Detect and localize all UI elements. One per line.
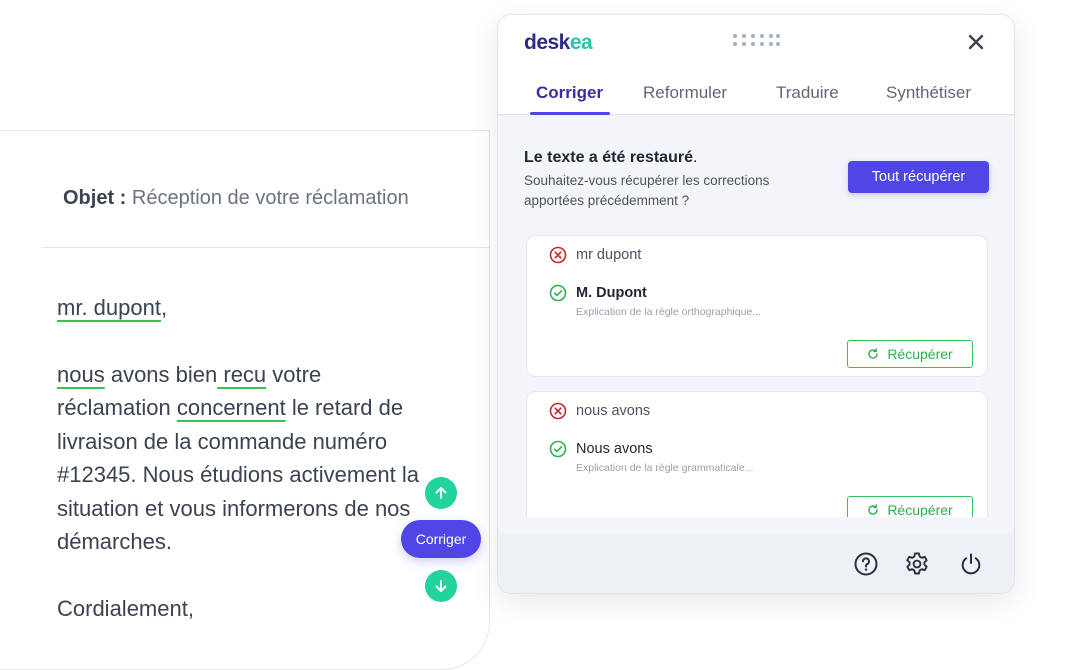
restore-title-end: . [692, 149, 698, 166]
corrected-text: Nous avons [576, 441, 653, 457]
refresh-icon [868, 504, 879, 515]
suggestion-card: mr dupont M. Dupont Explication de la rè… [526, 235, 988, 377]
previous-error-button[interactable] [425, 477, 457, 509]
next-error-button[interactable] [425, 570, 457, 602]
check-circle-icon [549, 440, 567, 458]
email-editor: Objet : Réception de votre réclamation m… [0, 130, 490, 670]
panel-footer [498, 533, 1014, 593]
close-button[interactable] [968, 29, 984, 55]
subject-line: Objet : Réception de votre réclamation [63, 187, 409, 210]
subject-divider [41, 247, 489, 248]
logo-text: desk [524, 31, 570, 54]
body-paragraph: nous avons bien recu votre réclamation c… [57, 358, 427, 559]
deskea-logo: deskea [524, 31, 593, 55]
restore-question: Souhaitez-vous récupérer les corrections… [524, 173, 770, 208]
greeting-line: mr. dupont, [57, 291, 427, 325]
recover-button[interactable]: Récupérer [847, 496, 973, 517]
error-highlight[interactable]: concernent [177, 395, 286, 420]
tab-reformuler[interactable]: Reformuler [643, 83, 727, 103]
settings-gear-icon[interactable] [904, 551, 930, 577]
logo-text-accent: ea [569, 31, 593, 54]
arrow-up-icon [435, 487, 447, 499]
help-icon[interactable] [853, 551, 879, 577]
recover-label: Récupérer [887, 346, 953, 362]
subject-value[interactable]: Réception de votre réclamation [132, 187, 409, 209]
refresh-icon [868, 348, 879, 359]
corrected-text: M. Dupont [576, 285, 647, 301]
tab-synthetiser[interactable]: Synthétiser [886, 83, 971, 103]
power-icon[interactable] [958, 551, 984, 577]
error-x-icon [549, 402, 567, 420]
error-highlight[interactable]: recu [217, 362, 266, 387]
deskea-panel: deskea Corriger Reformuler Traduire Synt… [497, 14, 1015, 594]
panel-header: deskea [498, 15, 1014, 71]
error-highlight[interactable]: nous [57, 362, 105, 387]
restore-title-bold: Le texte a été restauré [524, 149, 693, 166]
original-text: nous avons [576, 403, 651, 419]
restore-title: Le texte a été restauré. [524, 149, 697, 167]
suggestions-list[interactable]: mr dupont M. Dupont Explication de la rè… [498, 235, 1014, 517]
active-tab-indicator [530, 112, 610, 115]
greeting-rest: , [160, 295, 168, 320]
tab-bar: Corriger Reformuler Traduire Synthétiser [498, 71, 1014, 115]
recover-label: Récupérer [887, 502, 953, 517]
restore-all-button[interactable]: Tout récupérer [848, 161, 989, 193]
error-highlight[interactable]: mr. dupont [57, 295, 161, 320]
tab-traduire[interactable]: Traduire [776, 83, 839, 103]
subject-label: Objet : [63, 187, 127, 209]
recover-button[interactable]: Récupérer [847, 340, 973, 368]
close-icon [968, 34, 984, 50]
suggestion-card: nous avons Nous avons Explication de la … [526, 391, 988, 517]
drag-handle-icon[interactable] [732, 33, 780, 47]
closing-line: Cordialement, [57, 595, 194, 621]
corriger-float-button[interactable]: Corriger [401, 520, 481, 558]
rule-explanation: Explication de la règle grammaticale... [576, 462, 754, 474]
check-circle-icon [549, 284, 567, 302]
error-x-icon [549, 246, 567, 264]
email-body[interactable]: mr. dupont, nous avons bien recu votre r… [57, 291, 427, 625]
rule-explanation: Explication de la règle orthographique..… [576, 306, 762, 318]
original-text: mr dupont [576, 247, 642, 263]
tab-corriger[interactable]: Corriger [536, 83, 603, 103]
body-text-segment: avons bien [104, 361, 218, 387]
arrow-down-icon [435, 580, 447, 592]
